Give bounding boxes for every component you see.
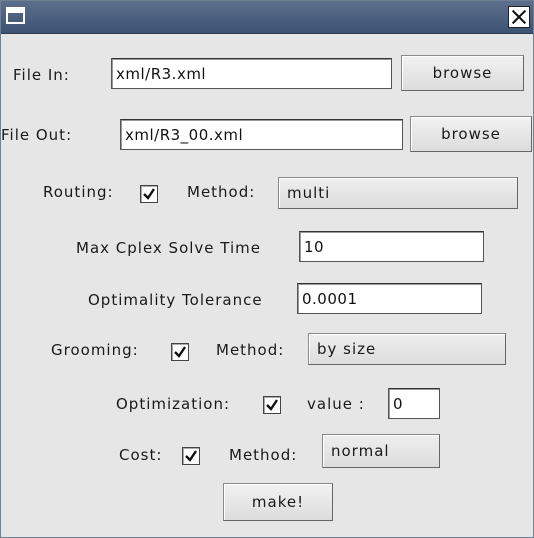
optimization-label: Optimization: bbox=[116, 395, 231, 413]
grooming-checkbox[interactable] bbox=[171, 343, 189, 361]
optimization-checkbox[interactable] bbox=[263, 396, 281, 414]
optimality-field[interactable] bbox=[297, 283, 482, 314]
make-button[interactable]: make! bbox=[223, 483, 333, 521]
routing-label: Routing: bbox=[43, 183, 114, 201]
optimization-value-label: value : bbox=[307, 395, 365, 413]
check-icon bbox=[174, 346, 186, 358]
file-out-field[interactable] bbox=[120, 119, 403, 150]
cost-label: Cost: bbox=[119, 446, 163, 464]
close-icon[interactable] bbox=[508, 6, 530, 28]
file-in-browse-button[interactable]: browse bbox=[401, 55, 524, 91]
optimization-value-field[interactable] bbox=[388, 388, 440, 419]
cost-checkbox[interactable] bbox=[182, 447, 200, 465]
form-panel: File In: browse File Out: browse Routing… bbox=[1, 34, 533, 537]
cost-method-select[interactable]: normal bbox=[322, 434, 440, 468]
title-bar[interactable] bbox=[1, 1, 533, 34]
grooming-method-label: Method: bbox=[216, 341, 285, 359]
routing-method-select[interactable]: multi bbox=[278, 177, 518, 209]
file-in-label: File In: bbox=[13, 66, 70, 84]
max-cplex-label: Max Cplex Solve Time bbox=[76, 239, 261, 257]
file-in-field[interactable] bbox=[111, 58, 392, 89]
cost-method-label: Method: bbox=[229, 446, 298, 464]
routing-checkbox[interactable] bbox=[140, 185, 158, 203]
file-out-label: File Out: bbox=[1, 126, 73, 144]
grooming-method-select[interactable]: by size bbox=[308, 333, 506, 365]
max-cplex-field[interactable] bbox=[299, 231, 484, 262]
window-menu-icon[interactable] bbox=[6, 7, 25, 24]
file-out-browse-button[interactable]: browse bbox=[410, 116, 532, 152]
grooming-label: Grooming: bbox=[51, 341, 139, 359]
check-icon bbox=[266, 399, 278, 411]
check-icon bbox=[143, 188, 155, 200]
optimality-label: Optimality Tolerance bbox=[88, 291, 263, 309]
routing-method-label: Method: bbox=[187, 183, 256, 201]
dialog-window: File In: browse File Out: browse Routing… bbox=[0, 0, 534, 538]
check-icon bbox=[185, 450, 197, 462]
